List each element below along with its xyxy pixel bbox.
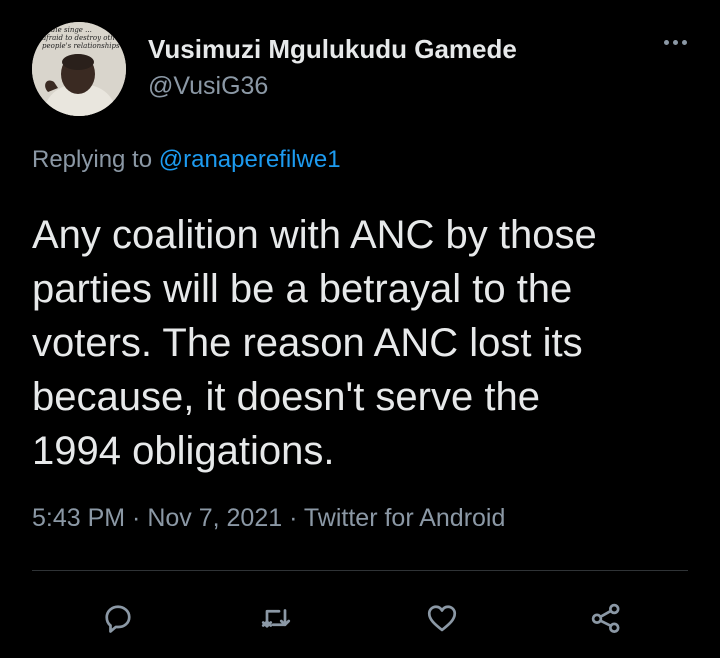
author-display-name[interactable]: Vusimuzi Mgulukudu Gamede — [148, 34, 517, 65]
reply-button[interactable] — [96, 596, 140, 640]
retweet-button[interactable] — [254, 596, 298, 640]
like-button[interactable] — [420, 596, 464, 640]
tweet-text: Any coalition with ANC by those parties … — [32, 208, 692, 478]
replying-prefix: Replying to — [32, 146, 159, 173]
tweet-timestamp-source[interactable]: 5:43 PM · Nov 7, 2021 · Twitter for Andr… — [32, 504, 505, 533]
tweet-text-line: 1994 obligations. — [32, 429, 335, 473]
action-bar — [0, 590, 720, 646]
tweet-text-line: because, it doesn't serve the — [32, 375, 540, 419]
avatar[interactable]: ... die singe ... afraid to destroy oth.… — [32, 22, 126, 116]
replying-to: Replying to @ranaperefilwe1 — [32, 146, 341, 174]
tweet-text-line: parties will be a betrayal to the — [32, 267, 573, 311]
more-options-icon[interactable] — [660, 32, 690, 52]
reply-mention-link[interactable]: @ranaperefilwe1 — [159, 146, 341, 173]
share-button[interactable] — [584, 596, 628, 640]
tweet-header: ... die singe ... afraid to destroy oth.… — [32, 22, 696, 122]
author-handle[interactable]: @VusiG36 — [148, 72, 268, 101]
reply-icon — [105, 605, 131, 633]
heart-icon — [427, 605, 457, 632]
tweet-text-line: Any coalition with ANC by those — [32, 213, 597, 257]
retweet-icon — [261, 609, 291, 628]
avatar-caption: ... die singe ... afraid to destroy oth.… — [42, 26, 122, 50]
share-icon — [591, 603, 620, 633]
tweet-text-line: voters. The reason ANC lost its — [32, 321, 583, 365]
divider — [32, 570, 688, 571]
